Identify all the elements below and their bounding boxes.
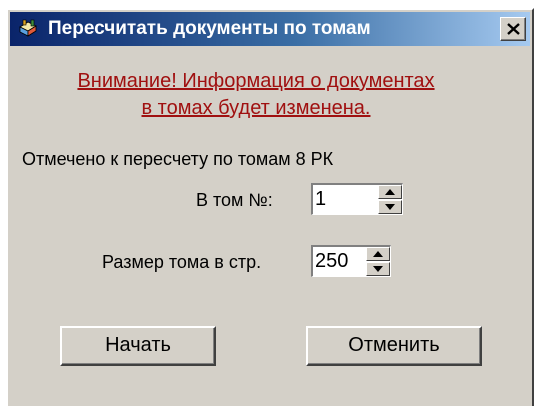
start-button[interactable]: Начать <box>60 326 216 366</box>
window-title: Пересчитать документы по томам <box>48 18 371 39</box>
warning-line-2: в томах будет изменена. <box>141 97 371 119</box>
volume-number-label: В том №: <box>196 190 273 210</box>
volume-number-spin-buttons <box>378 185 402 214</box>
volume-number-decrement-button[interactable] <box>378 200 402 214</box>
dialog-window: Пересчитать документы по томам Внимание!… <box>6 8 534 406</box>
volume-number-increment-button[interactable] <box>378 185 402 199</box>
arrow-up-icon <box>385 189 395 195</box>
volume-size-spinner <box>311 245 391 277</box>
volume-number-spinner <box>311 183 403 215</box>
close-button[interactable] <box>500 17 526 41</box>
volume-size-input[interactable] <box>313 247 365 276</box>
arrow-down-icon <box>373 266 383 272</box>
close-icon <box>507 23 520 35</box>
books-icon <box>18 19 40 39</box>
title-bar[interactable]: Пересчитать документы по томам <box>10 12 530 46</box>
arrow-up-icon <box>373 251 383 257</box>
volume-size-spin-buttons <box>366 247 390 276</box>
cancel-button[interactable]: Отменить <box>306 326 482 366</box>
arrow-down-icon <box>385 204 395 210</box>
volume-size-label: Размер тома в стр. <box>102 252 262 272</box>
volume-size-increment-button[interactable] <box>366 247 390 261</box>
status-text: Отмечено к пересчету по томам 8 РК <box>22 149 334 169</box>
warning-line-1: Внимание! Информация о документах <box>77 70 435 92</box>
volume-number-input[interactable] <box>313 185 375 214</box>
volume-size-decrement-button[interactable] <box>366 262 390 276</box>
